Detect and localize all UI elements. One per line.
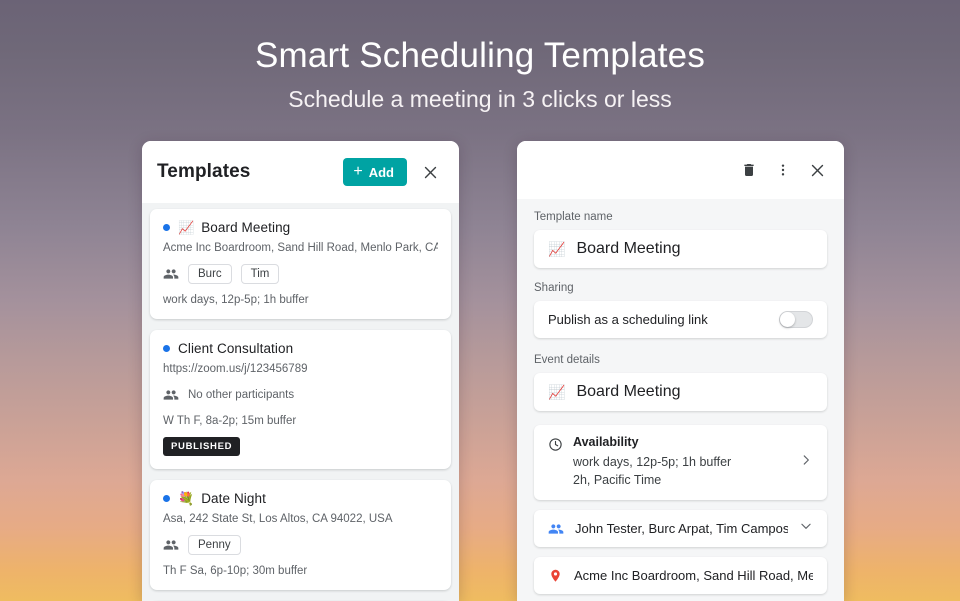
- template-editor-header: [517, 141, 844, 199]
- list-item[interactable]: 💐 Date Night Asa, 242 State St, Los Alto…: [150, 480, 451, 590]
- chart-increasing-icon: 📈: [548, 241, 566, 257]
- add-template-button[interactable]: + Add: [343, 158, 407, 186]
- availability-line-1: work days, 12p-5p; 1h buffer: [573, 455, 732, 469]
- template-participants: Burc Tim: [163, 263, 438, 284]
- availability-row[interactable]: Availability work days, 12p-5p; 1h buffe…: [534, 425, 827, 501]
- chart-increasing-icon: 📈: [548, 384, 566, 400]
- template-availability: W Th F, 8a-2p; 15m buffer: [163, 415, 297, 427]
- chevron-right-icon: [799, 453, 813, 472]
- people-icon: [163, 266, 179, 282]
- people-icon: [163, 387, 179, 403]
- close-templates-panel-button[interactable]: [415, 157, 445, 187]
- template-title-row: 💐 Date Night: [163, 491, 438, 506]
- hero-header: Smart Scheduling Templates Schedule a me…: [0, 0, 960, 114]
- template-participants: No other participants: [163, 384, 438, 405]
- participant-chip[interactable]: Penny: [188, 534, 241, 555]
- templates-title: Templates: [157, 161, 251, 182]
- add-template-label: Add: [368, 164, 394, 180]
- template-location: Asa, 242 State St, Los Altos, CA 94022, …: [163, 513, 393, 525]
- location-row[interactable]: Acme Inc Boardroom, Sand Hill Road, Menl…: [534, 557, 827, 595]
- template-title-row: Client Consultation: [163, 341, 438, 356]
- template-location: https://zoom.us/j/123456789: [163, 363, 308, 375]
- template-name: Client Consultation: [178, 341, 294, 356]
- template-name-input[interactable]: 📈 Board Meeting: [534, 230, 827, 268]
- clock-icon: [548, 435, 563, 457]
- status-dot-icon: [163, 495, 170, 502]
- templates-list[interactable]: 📈 Board Meeting Acme Inc Boardroom, Sand…: [142, 203, 459, 601]
- status-dot-icon: [163, 224, 170, 231]
- template-name-value: Board Meeting: [576, 240, 681, 257]
- toggle-knob: [780, 312, 795, 327]
- template-availability: work days, 12p-5p; 1h buffer: [163, 294, 309, 306]
- template-editor-body: Template name 📈 Board Meeting Sharing Pu…: [517, 199, 844, 601]
- status-dot-icon: [163, 345, 170, 352]
- availability-line-2: 2h, Pacific Time: [573, 473, 662, 488]
- guests-row[interactable]: John Tester, Burc Arpat, Tim Campos: [534, 510, 827, 548]
- bouquet-icon: 💐: [178, 491, 195, 506]
- people-icon: [163, 537, 179, 553]
- list-item[interactable]: Client Consultation https://zoom.us/j/12…: [150, 330, 451, 469]
- event-title-input[interactable]: 📈 Board Meeting: [534, 373, 827, 411]
- template-location: Acme Inc Boardroom, Sand Hill Road, Menl…: [163, 242, 438, 254]
- people-icon: [548, 521, 564, 537]
- templates-panel: Templates + Add 📈 Board Meeting Acme Inc…: [142, 141, 459, 601]
- chart-increasing-icon: 📈: [178, 220, 195, 235]
- participant-chip[interactable]: Tim: [240, 263, 280, 284]
- page-title: Smart Scheduling Templates: [254, 36, 706, 75]
- event-details-label: Event details: [534, 354, 600, 366]
- publish-toggle[interactable]: [779, 311, 813, 328]
- template-participants: Penny: [163, 534, 438, 555]
- chevron-down-icon[interactable]: [799, 519, 813, 538]
- trash-icon: [741, 161, 757, 179]
- delete-template-button[interactable]: [734, 155, 764, 185]
- template-title-row: 📈 Board Meeting: [163, 220, 438, 235]
- location-value: Acme Inc Boardroom, Sand Hill Road, Menl…: [574, 568, 813, 584]
- event-title-value: Board Meeting: [576, 383, 681, 400]
- availability-title: Availability: [573, 435, 639, 449]
- template-name-label: Template name: [534, 211, 613, 223]
- availability-details: Availability work days, 12p-5p; 1h buffe…: [573, 435, 789, 489]
- templates-panel-header: Templates + Add: [142, 141, 459, 203]
- participant-chip[interactable]: Burc: [188, 263, 232, 284]
- close-editor-button[interactable]: [802, 155, 832, 185]
- close-icon: [809, 162, 826, 179]
- status-badge: PUBLISHED: [163, 437, 241, 456]
- guests-value: John Tester, Burc Arpat, Tim Campos: [575, 521, 788, 537]
- publish-label: Publish as a scheduling link: [548, 312, 708, 327]
- plus-icon: +: [353, 163, 363, 180]
- more-options-button[interactable]: [768, 155, 798, 185]
- template-editor-panel: Template name 📈 Board Meeting Sharing Pu…: [517, 141, 844, 601]
- template-name: Board Meeting: [201, 220, 291, 235]
- close-icon: [422, 164, 439, 181]
- list-item[interactable]: 📈 Board Meeting Acme Inc Boardroom, Sand…: [150, 209, 451, 319]
- template-availability: Th F Sa, 6p-10p; 30m buffer: [163, 565, 308, 577]
- no-participants-label: No other participants: [188, 388, 295, 401]
- panels-container: Templates + Add 📈 Board Meeting Acme Inc…: [0, 141, 960, 601]
- page-subtitle: Schedule a meeting in 3 clicks or less: [288, 86, 672, 113]
- more-vertical-icon: [775, 161, 791, 179]
- sharing-label: Sharing: [534, 282, 574, 294]
- location-pin-icon: [548, 568, 563, 584]
- template-name: Date Night: [201, 491, 266, 506]
- publish-row[interactable]: Publish as a scheduling link: [534, 301, 827, 338]
